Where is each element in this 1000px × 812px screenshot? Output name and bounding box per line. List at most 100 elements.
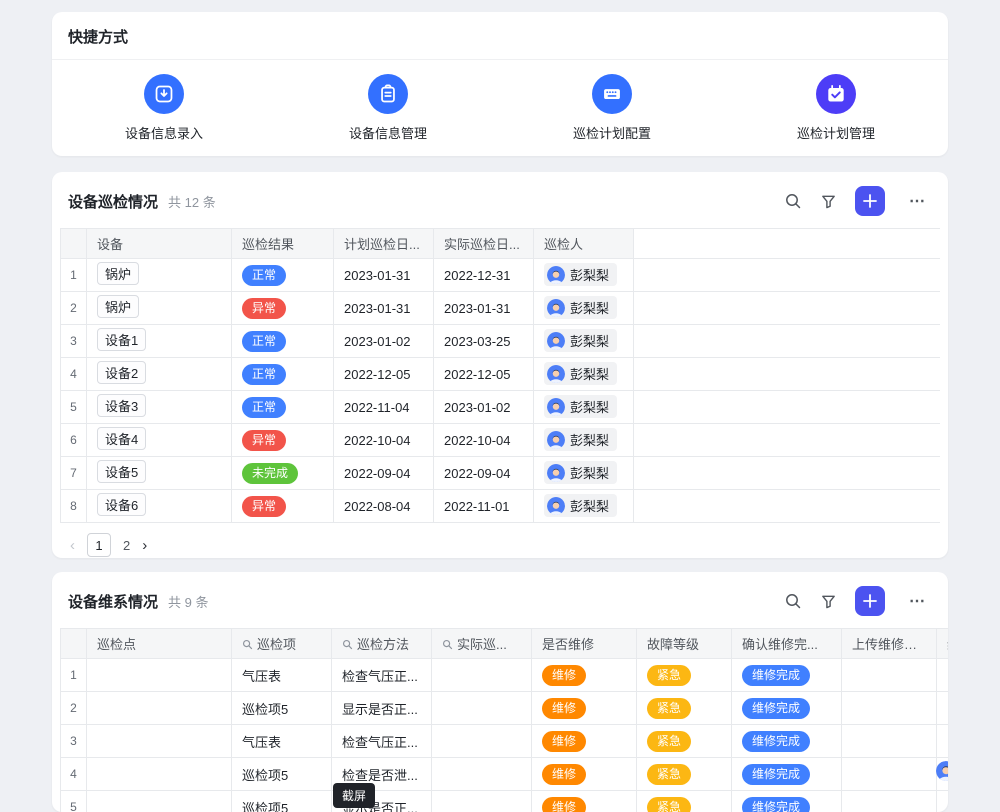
- device-cell[interactable]: 设备4: [87, 424, 232, 457]
- row-number[interactable]: 3: [61, 725, 87, 758]
- inspector-cell[interactable]: 彭梨梨: [534, 424, 634, 457]
- search-button[interactable]: [784, 592, 802, 610]
- pagination-page-2[interactable]: 2: [123, 538, 130, 553]
- confirm-cell[interactable]: 维修完成: [732, 758, 842, 791]
- item-cell[interactable]: 巡检项5: [232, 692, 332, 725]
- result-cell[interactable]: 正常: [232, 391, 334, 424]
- shortcut-device-entry[interactable]: 设备信息录入: [52, 74, 276, 142]
- plan-date-cell[interactable]: 2022-12-05: [334, 358, 434, 391]
- method-cell[interactable]: 检查气压正...: [332, 659, 432, 692]
- cutoff-cell[interactable]: [937, 659, 949, 692]
- plan-date-cell[interactable]: 2023-01-31: [334, 259, 434, 292]
- row-number[interactable]: 2: [61, 292, 87, 325]
- repair-cell[interactable]: 维修: [532, 758, 637, 791]
- column-header-cutoff[interactable]: 维: [937, 629, 949, 659]
- add-record-button[interactable]: [855, 586, 885, 616]
- upload-cell[interactable]: [842, 758, 937, 791]
- plan-date-cell[interactable]: 2023-01-02: [334, 325, 434, 358]
- item-cell[interactable]: 巡检项5: [232, 791, 332, 812]
- upload-cell[interactable]: [842, 692, 937, 725]
- column-header-actual[interactable]: 实际巡...: [432, 629, 532, 659]
- confirm-cell[interactable]: 维修完成: [732, 692, 842, 725]
- confirm-cell[interactable]: 维修完成: [732, 791, 842, 812]
- column-header-plan-date[interactable]: 计划巡检日...: [334, 229, 434, 259]
- upload-cell[interactable]: [842, 791, 937, 812]
- shortcut-device-management[interactable]: 设备信息管理: [276, 74, 500, 142]
- actual-cell[interactable]: [432, 791, 532, 812]
- actual-date-cell[interactable]: 2022-11-01: [434, 490, 534, 523]
- device-cell[interactable]: 设备2: [87, 358, 232, 391]
- result-cell[interactable]: 异常: [232, 490, 334, 523]
- upload-cell[interactable]: [842, 725, 937, 758]
- row-number[interactable]: 4: [61, 758, 87, 791]
- repair-cell[interactable]: 维修: [532, 725, 637, 758]
- point-cell[interactable]: [87, 791, 232, 812]
- row-number[interactable]: 8: [61, 490, 87, 523]
- actual-cell[interactable]: [432, 758, 532, 791]
- result-cell[interactable]: 正常: [232, 259, 334, 292]
- pagination-prev[interactable]: ‹: [70, 537, 75, 554]
- row-number[interactable]: 2: [61, 692, 87, 725]
- device-cell[interactable]: 设备5: [87, 457, 232, 490]
- level-cell[interactable]: 紧急: [637, 659, 732, 692]
- device-cell[interactable]: 锅炉: [87, 292, 232, 325]
- item-cell[interactable]: 巡检项5: [232, 758, 332, 791]
- actual-cell[interactable]: [432, 692, 532, 725]
- result-cell[interactable]: 异常: [232, 292, 334, 325]
- result-cell[interactable]: 正常: [232, 325, 334, 358]
- confirm-cell[interactable]: 维修完成: [732, 725, 842, 758]
- method-cell[interactable]: 显示是否正...: [332, 692, 432, 725]
- column-header-level[interactable]: 故障等级: [637, 629, 732, 659]
- column-header-repair[interactable]: 是否维修: [532, 629, 637, 659]
- point-cell[interactable]: [87, 659, 232, 692]
- column-header-device[interactable]: 设备: [87, 229, 232, 259]
- row-number[interactable]: 1: [61, 659, 87, 692]
- search-button[interactable]: [784, 192, 802, 210]
- point-cell[interactable]: [87, 758, 232, 791]
- device-cell[interactable]: 锅炉: [87, 259, 232, 292]
- actual-cell[interactable]: [432, 725, 532, 758]
- result-cell[interactable]: 异常: [232, 424, 334, 457]
- upload-cell[interactable]: [842, 659, 937, 692]
- row-number[interactable]: 3: [61, 325, 87, 358]
- actual-date-cell[interactable]: 2023-01-02: [434, 391, 534, 424]
- inspector-cell[interactable]: 彭梨梨: [534, 325, 634, 358]
- level-cell[interactable]: 紧急: [637, 791, 732, 812]
- actual-date-cell[interactable]: 2022-12-31: [434, 259, 534, 292]
- plan-date-cell[interactable]: 2022-09-04: [334, 457, 434, 490]
- inspector-cell[interactable]: 彭梨梨: [534, 391, 634, 424]
- row-number[interactable]: 1: [61, 259, 87, 292]
- plan-date-cell[interactable]: 2022-10-04: [334, 424, 434, 457]
- level-cell[interactable]: 紧急: [637, 692, 732, 725]
- actual-date-cell[interactable]: 2022-10-04: [434, 424, 534, 457]
- actual-date-cell[interactable]: 2023-03-25: [434, 325, 534, 358]
- row-number[interactable]: 7: [61, 457, 87, 490]
- row-number-header[interactable]: [61, 629, 87, 659]
- repair-cell[interactable]: 维修: [532, 791, 637, 812]
- column-header-item[interactable]: 巡检项: [232, 629, 332, 659]
- device-cell[interactable]: 设备6: [87, 490, 232, 523]
- pagination-next[interactable]: ›: [142, 537, 147, 554]
- item-cell[interactable]: 气压表: [232, 659, 332, 692]
- inspector-cell[interactable]: 彭梨梨: [534, 292, 634, 325]
- device-cell[interactable]: 设备1: [87, 325, 232, 358]
- actual-cell[interactable]: [432, 659, 532, 692]
- row-number[interactable]: 6: [61, 424, 87, 457]
- actual-date-cell[interactable]: 2023-01-31: [434, 292, 534, 325]
- confirm-cell[interactable]: 维修完成: [732, 659, 842, 692]
- pagination-page-1[interactable]: 1: [87, 533, 111, 557]
- inspector-cell[interactable]: 彭梨梨: [534, 259, 634, 292]
- cutoff-cell[interactable]: [937, 725, 949, 758]
- column-header-inspector[interactable]: 巡检人: [534, 229, 634, 259]
- column-header-point[interactable]: 巡检点: [87, 629, 232, 659]
- shortcut-plan-config[interactable]: 巡检计划配置: [500, 74, 724, 142]
- column-header-actual-date[interactable]: 实际巡检日...: [434, 229, 534, 259]
- repair-cell[interactable]: 维修: [532, 692, 637, 725]
- inspector-cell[interactable]: 彭梨梨: [534, 358, 634, 391]
- point-cell[interactable]: [87, 725, 232, 758]
- method-cell[interactable]: 检查气压正...: [332, 725, 432, 758]
- column-header-method[interactable]: 巡检方法: [332, 629, 432, 659]
- plan-date-cell[interactable]: 2022-08-04: [334, 490, 434, 523]
- column-header-confirm[interactable]: 确认维修完...: [732, 629, 842, 659]
- filter-button[interactable]: [820, 193, 837, 210]
